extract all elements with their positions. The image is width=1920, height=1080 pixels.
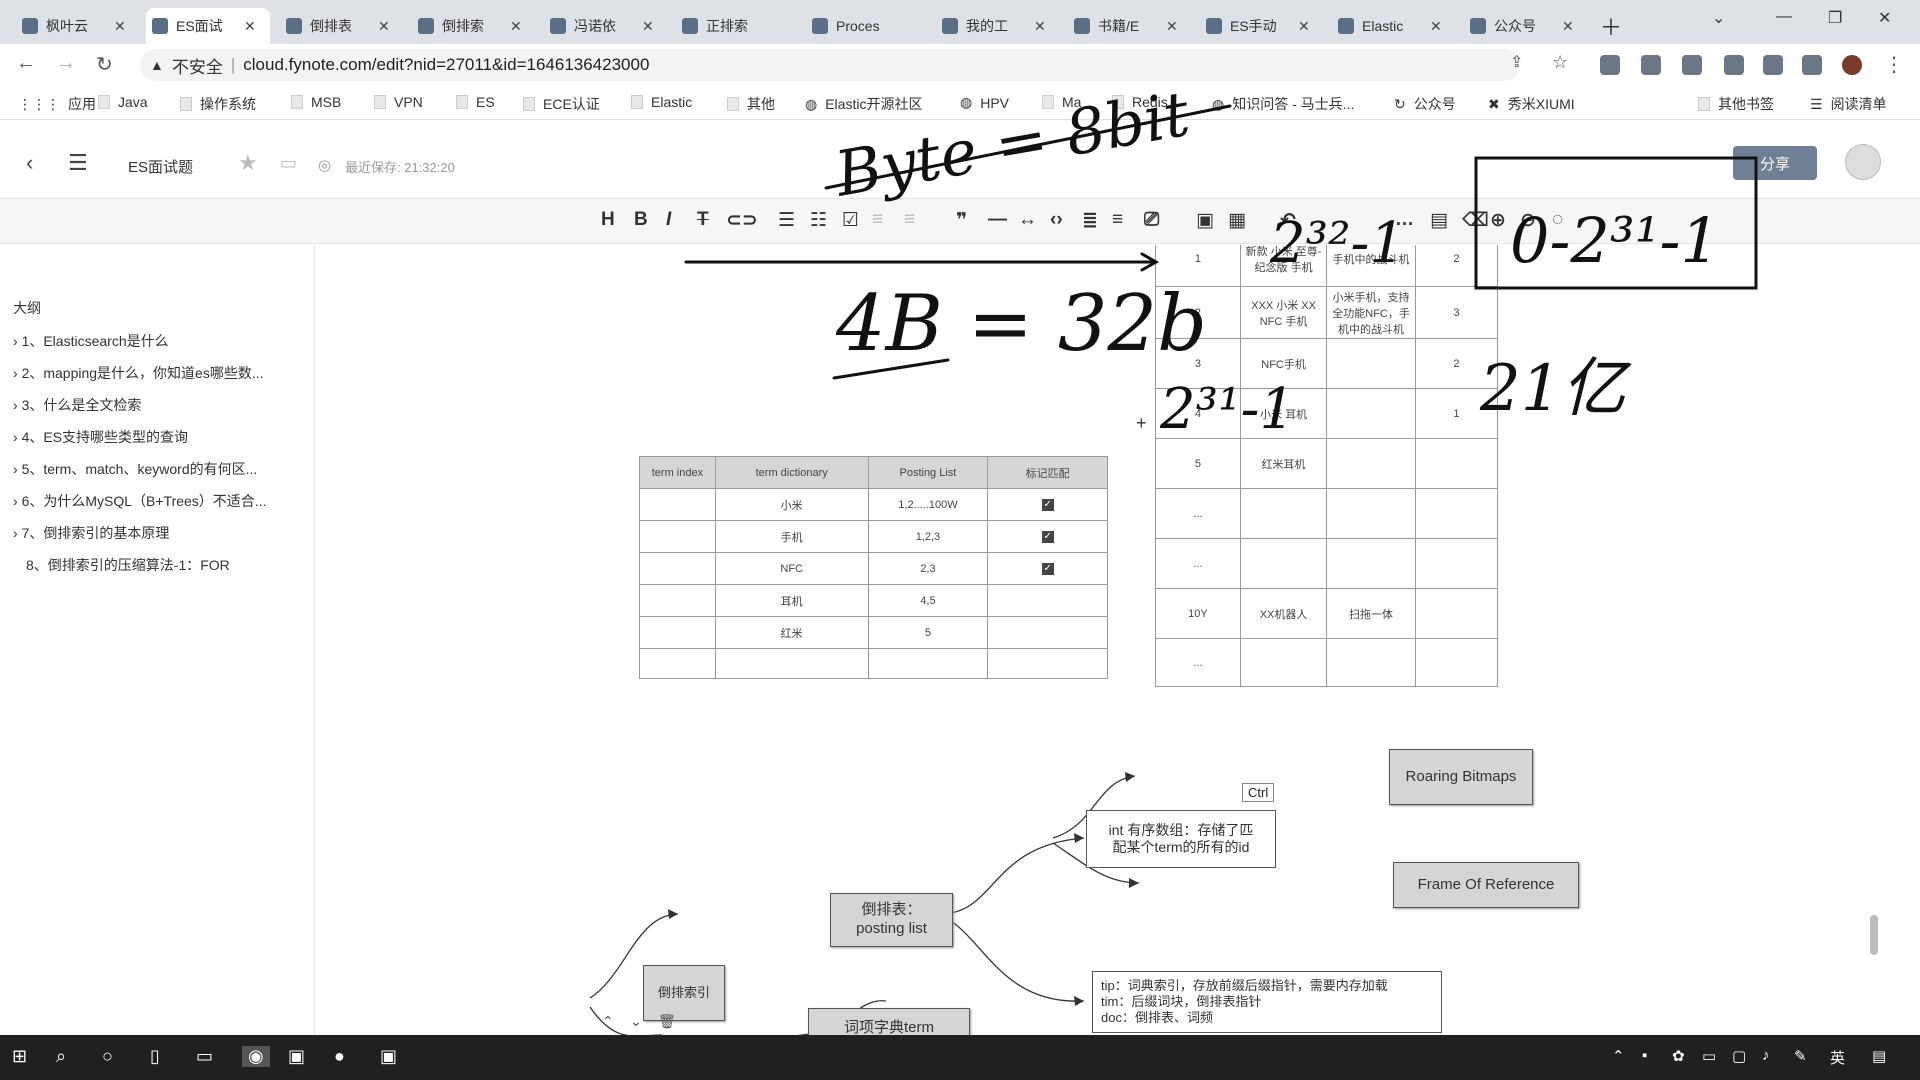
app-icon[interactable]: ●	[334, 1046, 345, 1067]
ink-range-note: 0-2³¹-1	[1510, 204, 1720, 277]
app-icon[interactable]: ▣	[288, 1046, 305, 1067]
ink-4b-note: 4B = 32b	[835, 279, 1207, 369]
app-icon[interactable]: ▯	[150, 1046, 160, 1067]
cortana-icon[interactable]: ○	[102, 1046, 113, 1067]
ink-21yi-note: 21亿	[1479, 352, 1632, 426]
ink-byte-note: Byte = 8bit	[829, 77, 1195, 211]
pen-icon[interactable]: ✎	[1794, 1047, 1807, 1065]
app-icon[interactable]: ▣	[380, 1046, 397, 1067]
chrome-icon[interactable]: ◉	[242, 1046, 270, 1067]
pen-annotation-layer: Byte = 8bit 4B = 32b 2³²-1 2³¹-1 0-2³¹-1…	[684, 77, 1758, 442]
windows-start-icon[interactable]: ⊞	[12, 1046, 27, 1067]
network-icon[interactable]: ▢	[1732, 1047, 1746, 1065]
battery-icon[interactable]: ▭	[1702, 1047, 1716, 1065]
tray-app-icon[interactable]: ✿	[1672, 1047, 1685, 1065]
notification-icon[interactable]: ▤	[1872, 1047, 1886, 1065]
volume-icon[interactable]: ♪	[1762, 1047, 1770, 1064]
search-icon[interactable]: ⌕	[56, 1046, 66, 1067]
ink-power-32-note: 2³²-1	[1269, 211, 1405, 276]
ink-power-31-note: 2³¹-1	[1159, 377, 1295, 442]
ime-indicator[interactable]: 英	[1830, 1047, 1845, 1068]
chevron-up-icon[interactable]: ⌃	[1612, 1047, 1625, 1065]
file-explorer-icon[interactable]: ▭	[196, 1046, 213, 1067]
windows-taskbar: ⊞ ⌕ ○ ▯ ▭ ◉ ▣ ● ▣ ⌃ ▪ ✿ ▭ ▢ ♪ ✎ 英 ▤	[0, 1035, 1920, 1080]
tray-app-icon[interactable]: ▪	[1642, 1047, 1647, 1064]
